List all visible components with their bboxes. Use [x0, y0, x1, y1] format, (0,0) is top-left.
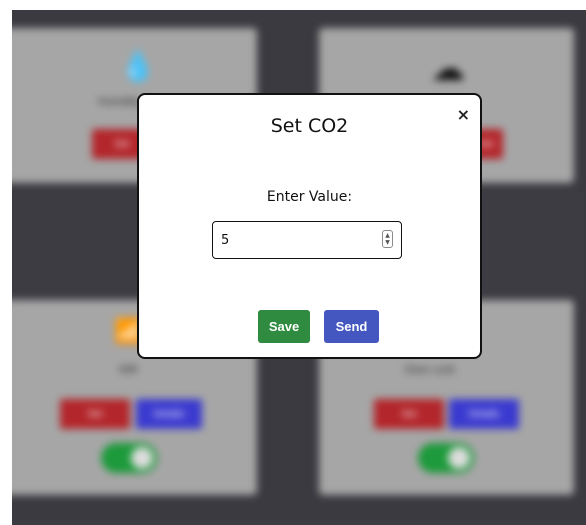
cloud-icon: ☁: [431, 50, 465, 88]
card-wifi-set-button[interactable]: Set: [60, 399, 130, 429]
card-door-lock-toggle[interactable]: [418, 443, 474, 473]
number-spinner[interactable]: ▲ ▼: [382, 230, 393, 248]
card-wifi-details-button[interactable]: Details: [136, 399, 202, 429]
card-wifi-label: Wifi: [119, 364, 138, 376]
water-drop-icon: 💧: [119, 50, 157, 83]
save-button[interactable]: Save: [258, 310, 310, 343]
send-button[interactable]: Send: [324, 310, 379, 343]
card-wifi-toggle[interactable]: [101, 443, 157, 473]
value-input[interactable]: [221, 222, 371, 258]
spinner-down-icon[interactable]: ▼: [385, 239, 390, 246]
modal-title: Set CO2: [270, 115, 349, 137]
value-field[interactable]: ▲ ▼: [212, 221, 402, 259]
card-door-lock-label: Door Lock: [405, 364, 456, 376]
card-door-lock-details-button[interactable]: Details: [449, 399, 519, 429]
set-value-modal: Set CO2 × Enter Value: ▲ ▼ Save Send: [137, 93, 482, 359]
close-icon[interactable]: ×: [457, 107, 470, 123]
card-door-lock-set-button[interactable]: Set: [374, 399, 444, 429]
spinner-up-icon[interactable]: ▲: [385, 232, 390, 239]
enter-value-label: Enter Value:: [266, 189, 353, 205]
card-humidity-label: Humidity: [98, 96, 141, 108]
